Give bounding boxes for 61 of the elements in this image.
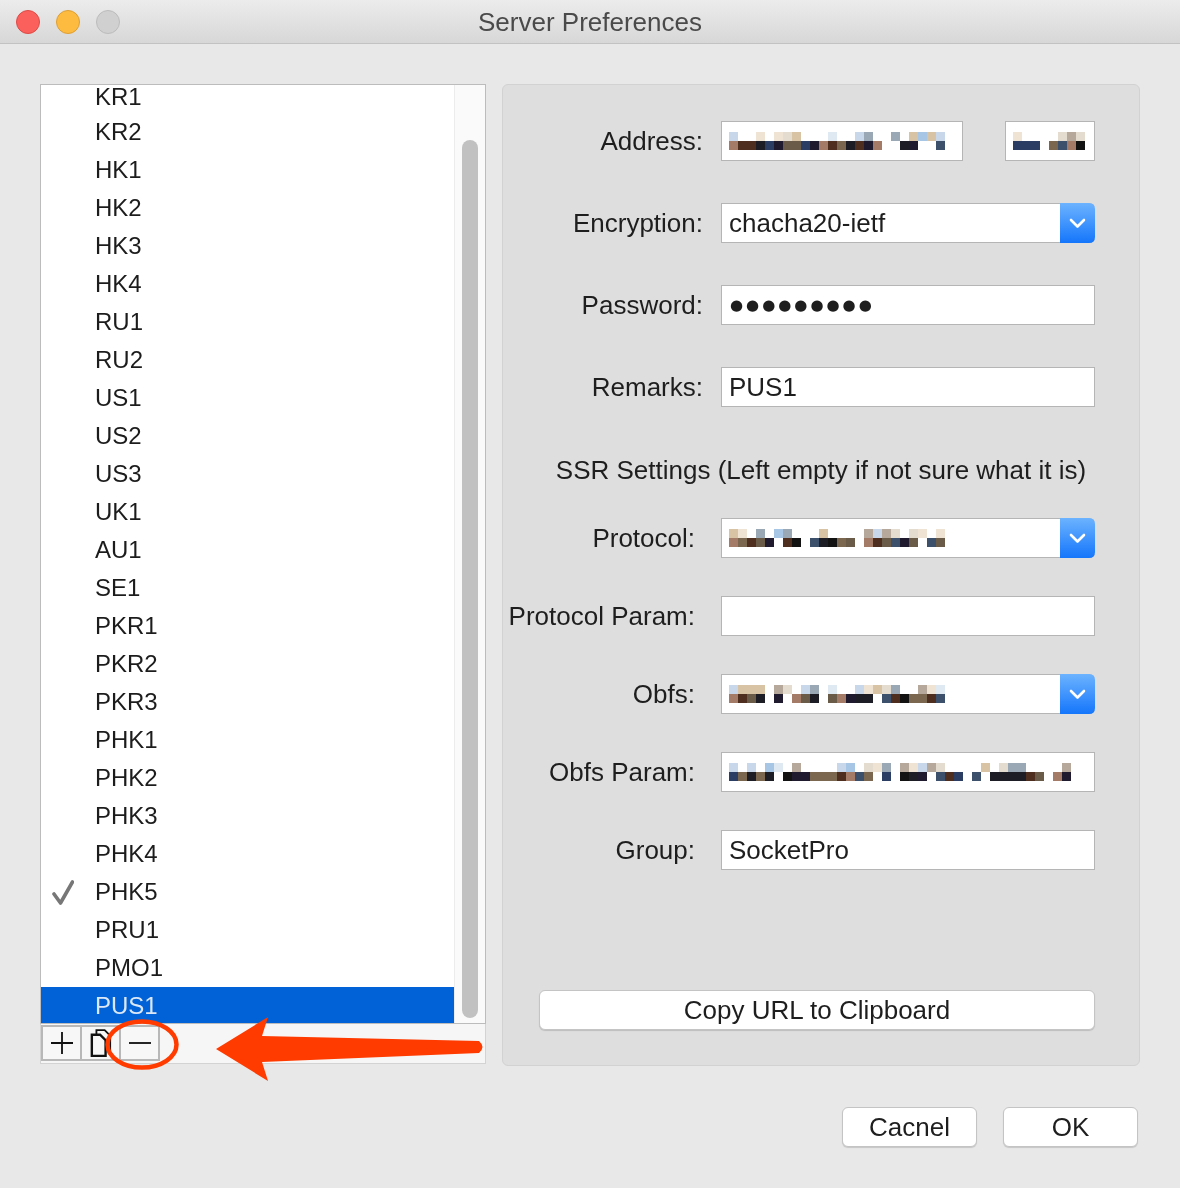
server-list-item[interactable]: PKR2 — [41, 645, 454, 683]
chevron-down-icon — [1060, 203, 1095, 243]
checkmark-icon — [52, 879, 74, 905]
text-field[interactable]: PUS1 — [721, 367, 1095, 407]
chevron-down-icon — [1060, 518, 1095, 558]
scrollbar-thumb[interactable] — [462, 140, 478, 1018]
section-heading: SSR Settings (Left empty if not sure what it is) — [555, 455, 1087, 485]
server-list-item[interactable]: RU1 — [41, 303, 454, 341]
close-button[interactable] — [16, 9, 40, 34]
field-label: Group: — [615, 835, 695, 865]
server-list-item[interactable]: HK3 — [41, 227, 454, 265]
server-list-item[interactable]: PRU1 — [41, 911, 454, 949]
cancel-button[interactable]: Cacnel — [842, 1107, 977, 1147]
copy-url-button[interactable]: Copy URL to Clipboard — [539, 990, 1095, 1030]
server-list-item[interactable]: PHK4 — [41, 835, 454, 873]
server-list-item[interactable]: AU1 — [41, 531, 454, 569]
chevron-down-icon — [1060, 674, 1095, 714]
server-list-item[interactable]: HK1 — [41, 151, 454, 189]
server-list-item[interactable]: KR1 — [41, 85, 454, 113]
text-field[interactable] — [721, 596, 1095, 636]
field-label: Password: — [581, 290, 703, 320]
field-label: Obfs Param: — [549, 757, 695, 787]
field-label: Address: — [600, 126, 703, 156]
text-field[interactable]: SocketPro — [721, 830, 1095, 870]
plus-icon — [50, 1032, 73, 1054]
minus-icon — [128, 1042, 151, 1044]
dropdown[interactable]: chacha20-ietf — [721, 203, 1095, 243]
field-label: Protocol Param: — [508, 601, 695, 631]
server-list-item[interactable]: PHK5 — [41, 873, 454, 911]
server-list-item[interactable]: US1 — [41, 379, 454, 417]
ok-button[interactable]: OK — [1003, 1107, 1138, 1147]
server-list-item[interactable]: HK2 — [41, 189, 454, 227]
text-field[interactable] — [721, 752, 1095, 792]
add-button[interactable] — [41, 1025, 82, 1061]
field-label: Remarks: — [591, 372, 703, 402]
server-list-item[interactable]: RU2 — [41, 341, 454, 379]
server-list-item[interactable]: PKR1 — [41, 607, 454, 645]
field-label: Obfs: — [632, 679, 695, 709]
port-field[interactable] — [1005, 121, 1095, 161]
server-list-item[interactable]: UK1 — [41, 493, 454, 531]
server-list-item[interactable]: US3 — [41, 455, 454, 493]
field-label: Protocol: — [592, 523, 695, 553]
server-list-item[interactable]: PKR3 — [41, 683, 454, 721]
server-list-item[interactable]: PUS1 — [41, 987, 454, 1023]
address-field[interactable] — [721, 121, 963, 161]
server-list-item[interactable]: PHK1 — [41, 721, 454, 759]
remove-button[interactable] — [119, 1025, 160, 1061]
server-list-item[interactable]: HK4 — [41, 265, 454, 303]
dropdown[interactable] — [721, 674, 1095, 714]
dropdown[interactable] — [721, 518, 1095, 558]
server-list-item[interactable]: US2 — [41, 417, 454, 455]
window-title: Server Preferences — [478, 6, 702, 37]
server-list-item[interactable]: SE1 — [41, 569, 454, 607]
server-list-item[interactable]: PHK3 — [41, 797, 454, 835]
server-list-item[interactable]: PMO1 — [41, 949, 454, 987]
password-field[interactable]: ●●●●●●●●● — [721, 285, 1095, 325]
server-list-item[interactable]: PHK2 — [41, 759, 454, 797]
field-label: Encryption: — [572, 208, 703, 238]
server-list-item[interactable]: KR2 — [41, 113, 454, 151]
documents-icon — [89, 1029, 112, 1057]
pixelated-text-drawing — [1013, 132, 1085, 150]
